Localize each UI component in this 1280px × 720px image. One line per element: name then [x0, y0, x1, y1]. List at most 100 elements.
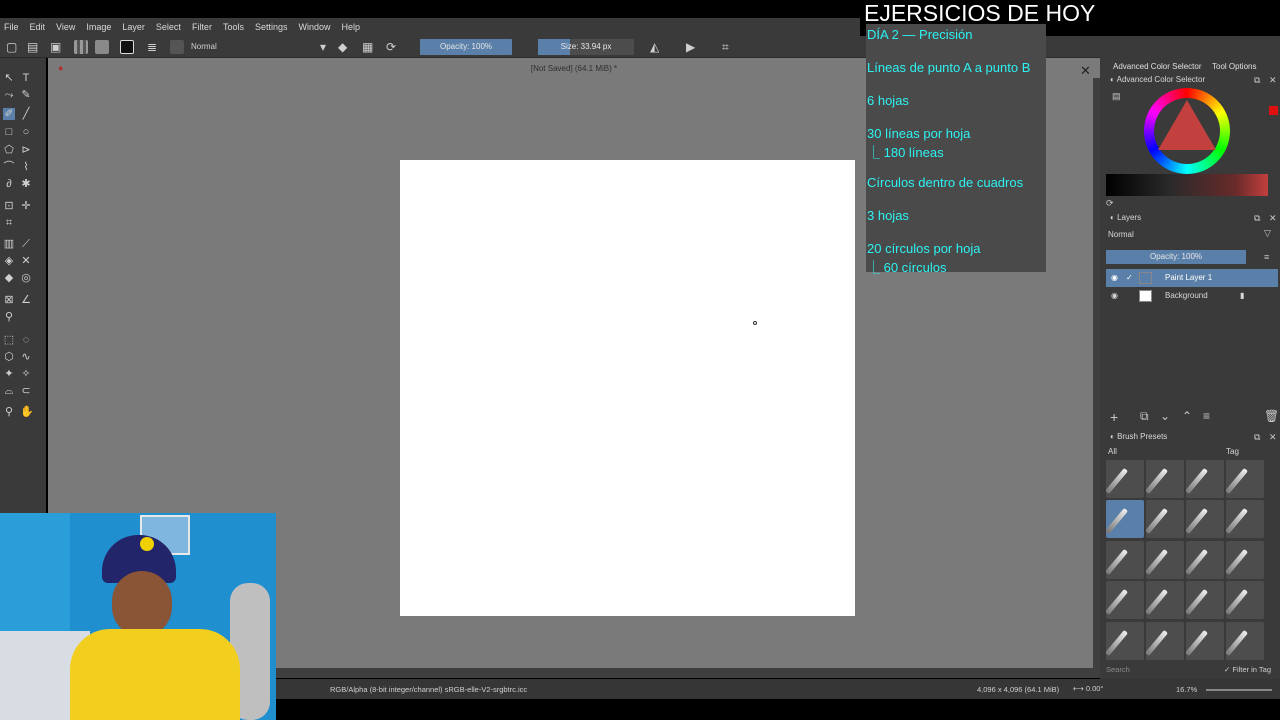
brush-preset[interactable]: [1226, 460, 1264, 498]
pan-tool-icon[interactable]: ✋: [20, 406, 34, 418]
color-picker-icon[interactable]: ⟋: [20, 238, 32, 250]
brush-preset[interactable]: [1146, 621, 1184, 660]
zoom-tool-icon[interactable]: ⚲: [3, 406, 15, 418]
ellipse-select-icon[interactable]: ◌: [20, 334, 32, 346]
brush-tag-button[interactable]: Tag: [1226, 447, 1239, 456]
foreground-background-color-icon[interactable]: [120, 40, 134, 54]
reload-preset-icon[interactable]: ⟳: [386, 39, 396, 55]
brush-preset[interactable]: [1186, 460, 1224, 498]
smart-patch-icon[interactable]: ✕: [20, 255, 32, 267]
gradient-selector-icon[interactable]: [74, 40, 88, 54]
menu-window[interactable]: Window: [298, 22, 330, 32]
layer-row[interactable]: ◉ ✓ Paint Layer 1: [1106, 269, 1278, 287]
colorize-mask-icon[interactable]: ◈: [3, 255, 15, 267]
mirror-horizontal-icon[interactable]: ◭: [650, 39, 659, 55]
move-layer-up-icon[interactable]: ⌃: [1182, 409, 1192, 423]
menu-file[interactable]: File: [4, 22, 19, 32]
menu-layer[interactable]: Layer: [122, 22, 145, 32]
color-settings-icon[interactable]: ▤: [1112, 91, 1121, 102]
layer-properties-icon[interactable]: ≡: [1203, 409, 1210, 423]
filter-icon[interactable]: ▽: [1264, 228, 1271, 239]
brush-preset[interactable]: [1226, 500, 1264, 539]
brush-filter-select[interactable]: All: [1108, 447, 1117, 456]
brush-preset-icon[interactable]: [170, 40, 184, 54]
rectangle-tool-icon[interactable]: □: [3, 126, 15, 138]
preserve-alpha-icon[interactable]: ▦: [362, 39, 373, 55]
visibility-eye-icon[interactable]: ◉: [1111, 287, 1118, 305]
brush-preset[interactable]: [1106, 540, 1144, 579]
menu-edit[interactable]: Edit: [30, 22, 46, 32]
open-document-icon[interactable]: ▤: [27, 39, 38, 55]
brush-preset[interactable]: [1186, 581, 1224, 620]
brush-preset[interactable]: [1106, 460, 1144, 498]
brush-preset[interactable]: [1186, 540, 1224, 579]
magnetic-select-icon[interactable]: ⊂: [20, 385, 32, 397]
transform-tool-icon[interactable]: ⊡: [3, 200, 15, 212]
canvas-paper[interactable]: [400, 160, 855, 616]
tab-advanced-color-selector[interactable]: Advanced Color Selector: [1113, 62, 1202, 71]
vertical-scrollbar[interactable]: [1093, 78, 1100, 668]
color-triangle[interactable]: [1158, 100, 1216, 150]
freehand-path-icon[interactable]: ⌇: [20, 161, 32, 173]
zoom-slider[interactable]: [1206, 689, 1272, 691]
brush-search-input[interactable]: Search: [1106, 665, 1130, 674]
rotation-readout[interactable]: ⟷ 0.00°: [1073, 684, 1103, 693]
close-brushes-icon[interactable]: ✕: [1269, 432, 1277, 443]
tab-tool-options[interactable]: Tool Options: [1212, 62, 1256, 71]
menu-settings[interactable]: Settings: [255, 22, 288, 32]
brush-preset[interactable]: [1226, 540, 1264, 579]
mirror-vertical-icon[interactable]: ▶: [686, 39, 695, 55]
assistant-tool-icon[interactable]: ⊠: [3, 294, 15, 306]
brush-preset[interactable]: [1226, 581, 1264, 620]
edit-shapes-icon[interactable]: ⤳: [3, 89, 15, 101]
menu-filter[interactable]: Filter: [192, 22, 212, 32]
text-tool-icon[interactable]: T: [20, 72, 32, 84]
new-document-icon[interactable]: ▢: [6, 39, 17, 55]
dynamic-brush-icon[interactable]: ∂: [3, 178, 15, 190]
ellipse-tool-icon[interactable]: ○: [20, 126, 32, 138]
move-tool-icon[interactable]: ✛: [20, 200, 32, 212]
line-tool-icon[interactable]: ╱: [20, 108, 32, 120]
measure-tool-icon[interactable]: ∠: [20, 294, 32, 306]
menu-help[interactable]: Help: [342, 22, 361, 32]
wrap-around-icon[interactable]: ⌗: [722, 39, 729, 55]
polygon-tool-icon[interactable]: ⬠: [3, 144, 15, 156]
multibrush-icon[interactable]: ✱: [20, 178, 32, 190]
close-docker-icon[interactable]: ✕: [1269, 75, 1277, 86]
polyline-tool-icon[interactable]: ⊳: [20, 144, 32, 156]
brush-preset[interactable]: [1146, 500, 1184, 539]
brush-preset[interactable]: [1146, 581, 1184, 620]
add-layer-icon[interactable]: +: [1110, 409, 1118, 425]
gradient-tool-icon[interactable]: ▥: [3, 238, 15, 250]
brush-preset[interactable]: [1226, 621, 1264, 660]
refresh-icon[interactable]: ⟳: [1106, 198, 1114, 209]
menu-view[interactable]: View: [56, 22, 75, 32]
eraser-mode-icon[interactable]: ◆: [338, 39, 347, 55]
save-document-icon[interactable]: ▣: [50, 39, 61, 55]
lock-icon[interactable]: ▮: [1240, 287, 1244, 305]
enclose-fill-icon[interactable]: ◎: [20, 272, 32, 284]
shade-selector[interactable]: [1106, 174, 1268, 196]
rect-select-icon[interactable]: ⬚: [3, 334, 15, 346]
crop-tool-icon[interactable]: ⌗: [3, 217, 15, 229]
pattern-selector-icon[interactable]: [95, 40, 109, 54]
similar-select-icon[interactable]: ✧: [20, 368, 32, 380]
calligraphy-icon[interactable]: ✎: [20, 89, 32, 101]
brush-preset-selected[interactable]: [1106, 500, 1144, 539]
float-docker-icon[interactable]: ⧉: [1254, 75, 1260, 86]
select-shapes-icon[interactable]: ↖: [3, 72, 15, 84]
menu-tools[interactable]: Tools: [223, 22, 244, 32]
brush-preset[interactable]: [1106, 581, 1144, 620]
brush-settings-icon[interactable]: ≣: [147, 39, 157, 55]
filter-in-tag-checkbox[interactable]: ✓ Filter in Tag: [1224, 665, 1271, 674]
bezier-select-icon[interactable]: ⌓: [3, 385, 15, 397]
size-slider[interactable]: Size: 33.94 px: [538, 39, 634, 55]
close-document-icon[interactable]: ✕: [1080, 63, 1091, 79]
layer-row[interactable]: ◉ Background ▮: [1106, 287, 1278, 305]
close-layers-icon[interactable]: ✕: [1269, 213, 1277, 224]
menu-image[interactable]: Image: [86, 22, 111, 32]
layer-opacity-slider[interactable]: Opacity: 100%: [1106, 250, 1246, 264]
visibility-eye-icon[interactable]: ◉: [1111, 269, 1118, 287]
layers-menu-icon[interactable]: ≡: [1264, 252, 1269, 262]
freehand-select-icon[interactable]: ∿: [20, 351, 32, 363]
